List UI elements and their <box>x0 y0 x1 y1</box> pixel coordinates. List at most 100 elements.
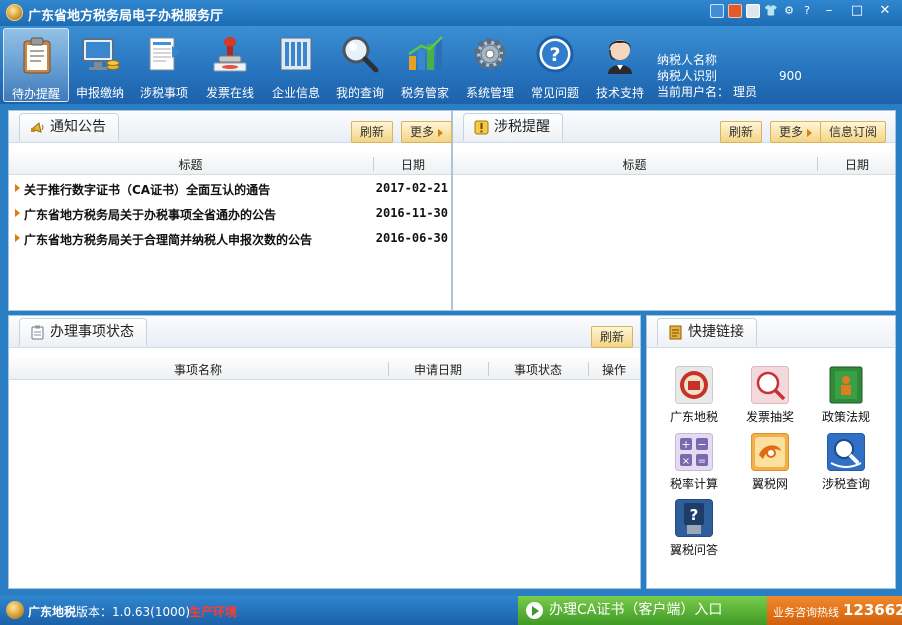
notice-row-date: 2016-06-30 <box>375 231 448 245</box>
support-agent-icon <box>608 40 632 74</box>
taxpayer-info: 纳税人名称 纳税人识别 900 当前用户名： 理员 <box>657 52 802 100</box>
status-col-name: 事项名称 <box>173 363 222 377</box>
warning-icon <box>474 120 489 135</box>
toolbar-company-info[interactable]: 企业信息 <box>263 28 329 102</box>
help-icon[interactable]: ? <box>800 4 814 18</box>
toolbar-faq[interactable]: ? 常见问题 <box>522 28 588 102</box>
window-title: 广东省地方税务局电子办税服务厅 <box>28 9 224 24</box>
toolbar-label: 申报缴纳 <box>75 86 124 100</box>
status-col-apply-date: 申请日期 <box>413 363 462 377</box>
taxpayer-name-label: 纳税人名称 <box>657 53 718 67</box>
quicklink-label: 广东地税 <box>669 410 718 424</box>
maximize-button[interactable]: □ <box>844 2 870 20</box>
clipboard-small-icon <box>31 325 44 340</box>
svg-text:?: ? <box>549 44 560 66</box>
status-title: 办理事项状态 <box>50 324 134 340</box>
quicklink-wing-qa[interactable]: ? 翼税问答 <box>659 499 729 559</box>
quicklink-tax-calc[interactable]: + − × = 税率计算 <box>659 433 729 493</box>
status-bar: 广东地税 版本：1.0.63(1000) 生产环境 办理CA证书（客户端）入口 … <box>0 596 902 625</box>
notice-col-date: 日期 <box>400 158 425 172</box>
notice-title: 通知公告 <box>50 119 106 135</box>
wing-tax-icon <box>751 433 789 471</box>
hotline-panel: 业务咨询热线 123662 <box>767 596 902 625</box>
notice-row[interactable]: 广东省地方税务局关于办税事项全省通办的公告 2016-11-30 <box>9 202 451 226</box>
toolbar-tech-support[interactable]: 技术支持 <box>587 28 653 102</box>
tax-reminder-panel: 涉税提醒 刷新 更多 信息订阅 标题 日期 <box>452 110 896 311</box>
gear-icon[interactable]: ⚙ <box>782 4 796 18</box>
notice-row[interactable]: 广东省地方税务局关于合理简并纳税人申报次数的公告 2016-06-30 <box>9 227 451 251</box>
quicklinks-title: 快捷链接 <box>688 324 744 340</box>
quicklinks-tab[interactable]: 快捷链接 <box>657 318 757 346</box>
info-subscribe-button[interactable]: 信息订阅 <box>820 121 887 143</box>
toolbar-invoice-online[interactable]: 发票在线 <box>197 28 263 102</box>
close-button[interactable]: ✕ <box>872 2 898 20</box>
notice-tab[interactable]: 通知公告 <box>19 113 119 141</box>
reminder-tab[interactable]: 涉税提醒 <box>463 113 563 141</box>
status-brand: 广东地税 <box>28 605 77 619</box>
reminder-panel-header: 涉税提醒 刷新 更多 信息订阅 <box>453 111 895 143</box>
toolbar-label: 发票在线 <box>205 86 254 100</box>
toolbar-my-query[interactable]: 我的查询 <box>327 28 393 102</box>
quicklink-policy-law[interactable]: 政策法规 <box>811 366 881 426</box>
current-user-row: 当前用户名： 理员 <box>657 84 802 100</box>
taxpayer-id-value: 900 <box>779 69 802 83</box>
reminder-more-button[interactable]: 更多 <box>770 121 822 143</box>
svg-text:?: ? <box>690 506 699 524</box>
toolbar-tax-steward[interactable]: 税务管家 <box>392 28 458 102</box>
skin-red-icon[interactable] <box>728 4 742 18</box>
ca-certificate-entry-button[interactable]: 办理CA证书（客户端）入口 <box>518 596 767 625</box>
quicklink-tax-search[interactable]: 涉税查询 <box>811 433 881 493</box>
status-col-status: 事项状态 <box>513 363 562 377</box>
skin-grey-icon[interactable] <box>746 4 760 18</box>
title-tools: 👕 ⚙ ? <box>710 4 814 18</box>
quicklink-label: 涉税查询 <box>821 477 870 491</box>
quicklinks-header: 快捷链接 <box>647 316 895 348</box>
toolbar-label: 税务管家 <box>400 86 449 100</box>
quicklink-gd-tax[interactable]: 广东地税 <box>659 366 729 426</box>
notice-row-title[interactable]: 广东省地方税务局关于办税事项全省通办的公告 <box>24 206 276 223</box>
skin-blue-icon[interactable] <box>710 4 724 18</box>
minimize-button[interactable]: – <box>816 2 842 20</box>
reminder-refresh-button[interactable]: 刷新 <box>720 121 763 143</box>
megaphone-icon <box>31 122 44 133</box>
reminder-grid-header: 标题 日期 <box>453 153 895 175</box>
svg-text:=: = <box>698 456 706 467</box>
status-refresh-button[interactable]: 刷新 <box>591 326 634 348</box>
ca-entry-label: 办理CA证书（客户端）入口 <box>549 602 723 618</box>
notice-refresh-button[interactable]: 刷新 <box>351 121 394 143</box>
arrow-right-icon <box>807 128 813 137</box>
reminder-col-title: 标题 <box>622 158 647 172</box>
bullet-arrow-icon <box>15 184 20 192</box>
building-icon <box>280 37 312 71</box>
play-circle-icon <box>526 602 543 619</box>
environment-badge: 生产环境 <box>189 605 238 619</box>
tax-search-icon <box>827 433 865 471</box>
status-col-action: 操作 <box>601 363 626 377</box>
quicklink-wing-tax[interactable]: 翼税网 <box>735 433 805 493</box>
status-grid-header: 事项名称 申请日期 事项状态 操作 <box>9 358 640 380</box>
shirt-icon[interactable]: 👕 <box>764 4 778 18</box>
usb-qa-icon: ? <box>675 499 713 537</box>
arrow-right-icon <box>438 128 444 137</box>
toolbar-label: 我的查询 <box>335 86 384 100</box>
notice-row[interactable]: 关于推行数字证书（CA证书）全面互认的通告 2017-02-21 <box>9 177 451 201</box>
notice-row-title[interactable]: 广东省地方税务局关于合理简并纳税人申报次数的公告 <box>24 231 312 248</box>
toolbar-system-manage[interactable]: 系统管理 <box>457 28 523 102</box>
quicklink-invoice-lottery[interactable]: 发票抽奖 <box>735 366 805 426</box>
toolbar-declare-pay[interactable]: 申报缴纳 <box>67 28 133 102</box>
notice-row-title[interactable]: 关于推行数字证书（CA证书）全面互认的通告 <box>24 181 270 198</box>
window-controls: – □ ✕ <box>816 2 898 20</box>
notice-panel: 通知公告 刷新 更多 标题 日期 关于推行数字证书（CA证书）全面互认的通告 2… <box>8 110 453 311</box>
toolbar-tax-matters[interactable]: 涉税事项 <box>131 28 197 102</box>
status-tab[interactable]: 办理事项状态 <box>19 318 147 346</box>
law-book-icon <box>829 366 863 404</box>
toolbar-todo-reminder[interactable]: 待办提醒 <box>3 28 69 102</box>
taxpayer-id-label: 纳税人识别 <box>657 69 718 83</box>
reminder-col-date: 日期 <box>844 158 869 172</box>
taxpayer-id-row: 纳税人识别 900 <box>657 68 802 84</box>
current-user-value: 理员 <box>733 85 758 99</box>
process-status-panel: 办理事项状态 刷新 事项名称 申请日期 事项状态 操作 <box>8 315 641 589</box>
hotline-number: 123662 <box>843 601 902 619</box>
notice-more-button[interactable]: 更多 <box>401 121 453 143</box>
notice-row-date: 2016-11-30 <box>375 206 448 220</box>
